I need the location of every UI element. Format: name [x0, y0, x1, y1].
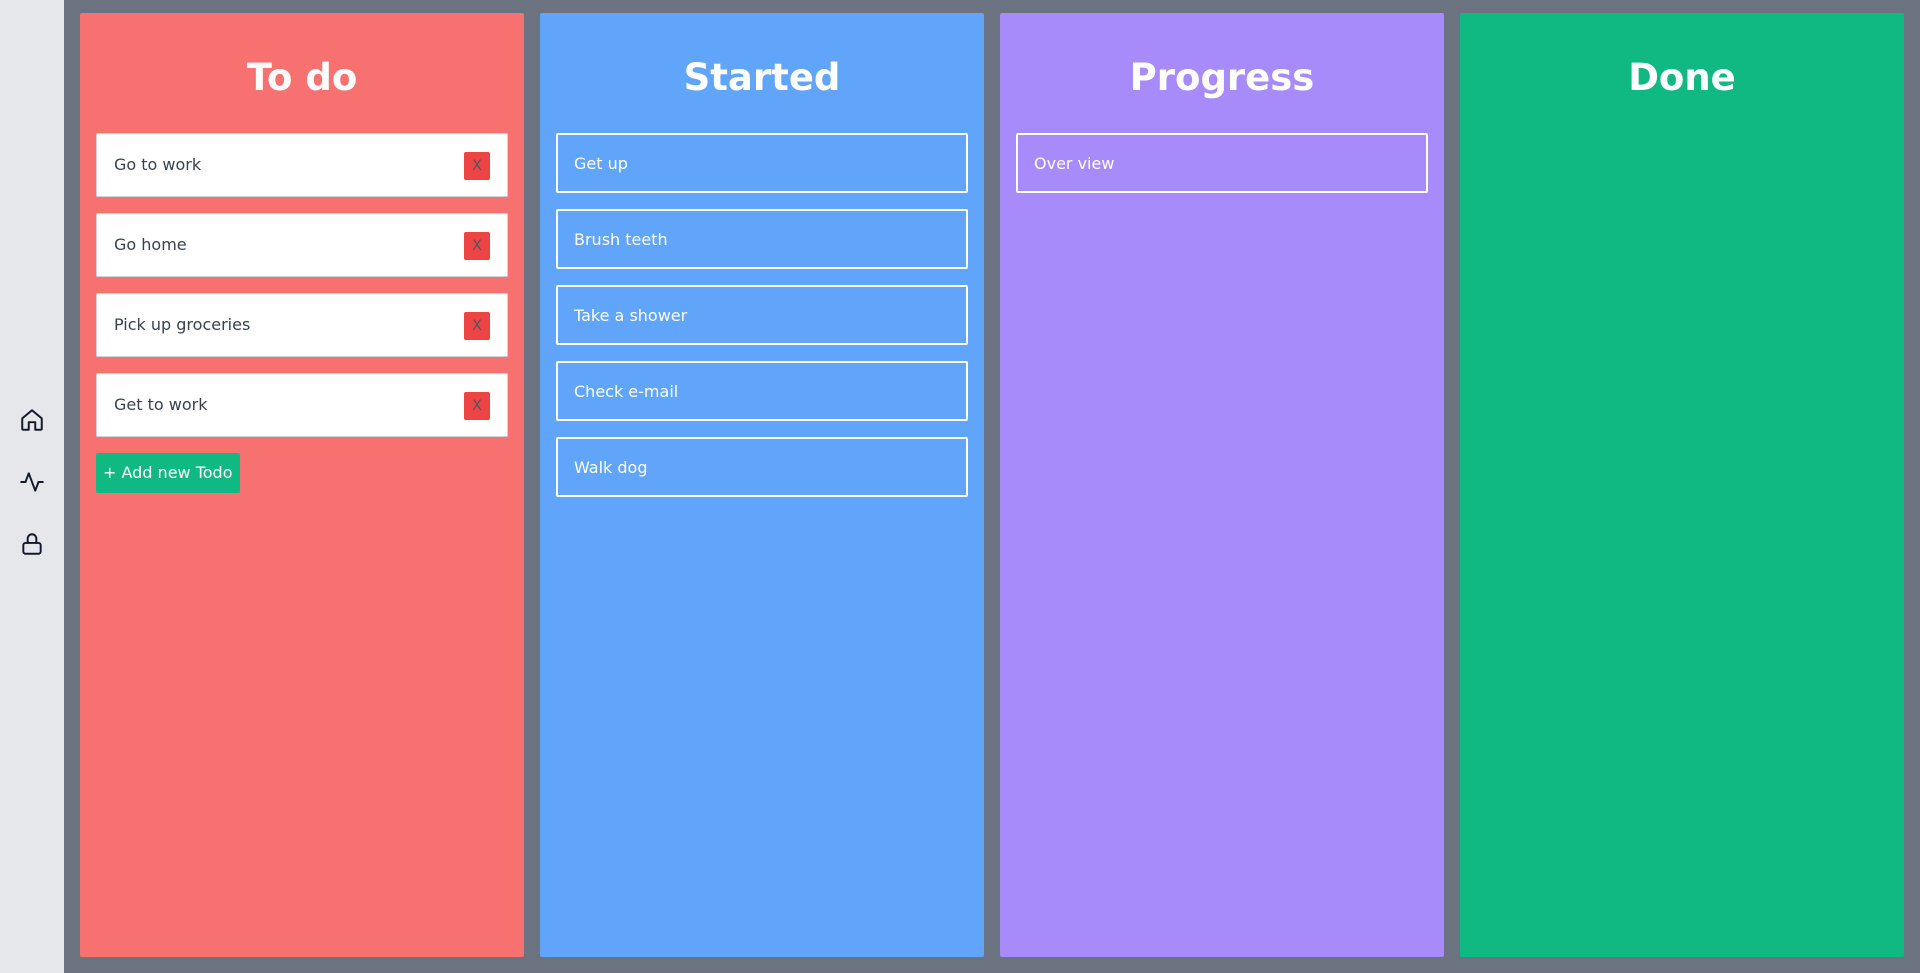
card-text: Check e-mail: [574, 382, 679, 401]
column-title: Done: [1628, 56, 1736, 99]
card-text: Pick up groceries: [114, 315, 251, 334]
delete-button[interactable]: X: [464, 392, 490, 420]
started-card[interactable]: Brush teeth: [556, 209, 968, 269]
started-card[interactable]: Take a shower: [556, 285, 968, 345]
card-text: Take a shower: [574, 306, 688, 325]
sidebar: [0, 0, 64, 973]
column-started: Started Get up Brush teeth Take a shower…: [540, 13, 984, 957]
card-text: Go home: [114, 235, 187, 254]
card-text: Get to work: [114, 395, 208, 414]
delete-button[interactable]: X: [464, 152, 490, 180]
home-icon[interactable]: [18, 406, 46, 434]
lock-icon[interactable]: [18, 530, 46, 558]
started-card[interactable]: Check e-mail: [556, 361, 968, 421]
card-text: Over view: [1034, 154, 1115, 173]
delete-button[interactable]: X: [464, 312, 490, 340]
activity-icon[interactable]: [18, 468, 46, 496]
add-todo-button[interactable]: + Add new Todo: [96, 453, 240, 493]
card-text: Go to work: [114, 155, 202, 174]
card-text: Walk dog: [574, 458, 648, 477]
started-card-list: Get up Brush teeth Take a shower Check e…: [556, 133, 968, 513]
todo-card[interactable]: Go to work X: [96, 133, 508, 197]
column-title: Progress: [1129, 56, 1315, 99]
todo-card-list: Go to work X Go home X Pick up groceries…: [96, 133, 508, 493]
started-card[interactable]: Walk dog: [556, 437, 968, 497]
column-title: Started: [683, 56, 841, 99]
column-done: Done: [1460, 13, 1904, 957]
started-card[interactable]: Get up: [556, 133, 968, 193]
card-text: Get up: [574, 154, 628, 173]
column-title: To do: [246, 56, 358, 99]
progress-card[interactable]: Over view: [1016, 133, 1428, 193]
delete-button[interactable]: X: [464, 232, 490, 260]
todo-card[interactable]: Go home X: [96, 213, 508, 277]
kanban-board: To do Go to work X Go home X Pick up gro…: [64, 0, 1920, 973]
column-todo: To do Go to work X Go home X Pick up gro…: [80, 13, 524, 957]
column-progress: Progress Over view: [1000, 13, 1444, 957]
todo-card[interactable]: Get to work X: [96, 373, 508, 437]
todo-card[interactable]: Pick up groceries X: [96, 293, 508, 357]
progress-card-list: Over view: [1016, 133, 1428, 209]
card-text: Brush teeth: [574, 230, 668, 249]
